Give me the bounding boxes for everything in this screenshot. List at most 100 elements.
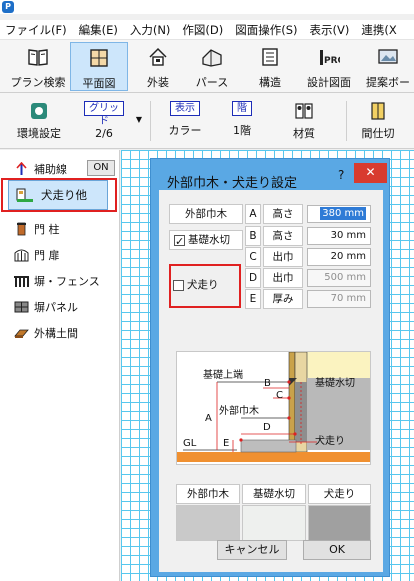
app-logo-icon: P xyxy=(2,1,14,13)
swatch-header-kiso: 基礎水切 xyxy=(242,484,306,504)
floor-box-label: 階 xyxy=(232,101,252,116)
kiso-mizukiri-checkbox[interactable] xyxy=(174,233,185,251)
width-c-input[interactable]: 20 mm xyxy=(307,248,371,266)
perspective-button[interactable]: パース xyxy=(188,42,236,91)
habaki-header: 外部巾木 xyxy=(169,204,243,224)
row-key-c: C xyxy=(245,247,261,267)
wall-panel-label: 塀パネル xyxy=(34,301,78,314)
menu-drawing-ops[interactable]: 図面操作(S) xyxy=(235,22,297,38)
row-key-e: E xyxy=(245,289,261,309)
floor-button[interactable]: 階 1階 xyxy=(224,97,260,145)
wall-panel-item[interactable]: 塀パネル xyxy=(14,298,78,316)
plan-search-label: プラン検索 xyxy=(10,76,66,89)
row-label-d: 出巾 xyxy=(263,268,303,288)
ok-button[interactable]: OK xyxy=(303,540,371,560)
menu-input[interactable]: 入力(N) xyxy=(130,22,171,38)
menu-bar: ファイル(F) 編集(E) 入力(N) 作図(D) 図面操作(S) 表示(V) … xyxy=(0,20,414,40)
design-drawing-label: 設計図面 xyxy=(307,76,351,89)
perspective-label: パース xyxy=(195,76,229,89)
inubashiri-color-swatch[interactable] xyxy=(308,505,371,541)
plan-search-button[interactable]: プラン検索 xyxy=(10,42,66,91)
thickness-e-input[interactable]: 70 mm xyxy=(307,290,371,308)
diagram-letter-c: C xyxy=(276,390,283,401)
help-button[interactable]: ? xyxy=(338,168,344,182)
partition-label: 間仕切 xyxy=(361,127,395,140)
display-mode-button[interactable]: 表示 カラー xyxy=(164,97,206,145)
structure-label: 構造 xyxy=(259,76,281,89)
highlight-frame xyxy=(169,264,241,308)
gate-post-item[interactable]: 門 柱 xyxy=(14,220,60,238)
close-button[interactable]: ✕ xyxy=(354,163,387,183)
dialog-body: 外部巾木 基礎水切 犬走り A 高さ 380 mm B 高さ 30 mm C 出… xyxy=(159,190,383,572)
dropdown-arrow-icon: ▼ xyxy=(135,115,143,124)
exterior-button[interactable]: 外装 xyxy=(134,42,182,91)
kiso-mizukiri-checkbox-row[interactable]: 基礎水切 xyxy=(169,230,243,251)
menu-draw[interactable]: 作図(D) xyxy=(182,22,223,38)
gate-post-label: 門 柱 xyxy=(34,223,60,236)
proposal-board-button[interactable]: 提案ボー xyxy=(362,42,414,91)
left-panel: 補助線 ON 犬走り他 門 柱 門 扉 塀・フェンス 塀パネル 外構土間 xyxy=(0,150,120,581)
structure-button[interactable]: 構造 xyxy=(248,42,292,91)
gate-door-item[interactable]: 門 扉 xyxy=(14,246,60,264)
diagram-inubashiri-label: 犬走り xyxy=(315,436,345,447)
diagram-letter-e: E xyxy=(223,438,230,449)
wall-panel-icon xyxy=(14,301,29,313)
exterior-floor-icon xyxy=(14,329,29,338)
row-key-b: B xyxy=(245,226,261,246)
exterior-floor-label: 外構土間 xyxy=(34,327,78,340)
menu-file[interactable]: ファイル(F) xyxy=(5,22,67,38)
diagram-habaki-label: 外部巾木 xyxy=(219,406,259,417)
menu-view[interactable]: 表示(V) xyxy=(310,22,350,38)
grid-box-label: グリッド xyxy=(84,101,124,127)
pro-drawing-icon: PRO xyxy=(320,50,346,66)
menu-link[interactable]: 連携(X xyxy=(361,22,396,38)
dialog-title: 外部巾木・犬走り設定 xyxy=(167,176,298,191)
display-mode-value: カラー xyxy=(168,124,202,137)
height-b-input[interactable]: 30 mm xyxy=(307,227,371,245)
kiso-color-swatch[interactable] xyxy=(242,505,306,541)
aux-line-toggle[interactable]: ON xyxy=(87,160,115,176)
perspective-house-icon xyxy=(202,49,222,67)
toolbar-divider xyxy=(346,101,347,141)
swatch-header-inubashiri: 犬走り xyxy=(308,484,371,504)
aux-line-item[interactable]: 補助線 xyxy=(14,160,67,178)
env-settings-button[interactable]: 環境設定 xyxy=(10,97,68,145)
fence-item[interactable]: 塀・フェンス xyxy=(14,272,100,290)
floorplan-label: 平面図 xyxy=(82,77,116,90)
height-a-input[interactable]: 380 mm xyxy=(307,205,371,223)
width-d-input[interactable]: 500 mm xyxy=(307,269,371,287)
fence-icon xyxy=(14,276,29,287)
diagram-kiso-top-label: 基礎上端 xyxy=(203,370,243,381)
diagram-letter-d: D xyxy=(263,422,271,433)
material-button[interactable]: 材質 xyxy=(286,97,322,145)
toolbar-divider xyxy=(150,101,151,141)
fence-label: 塀・フェンス xyxy=(34,275,100,288)
sub-toolbar: 環境設定 グリッド 2/6 ▼ 表示 カラー 階 1階 材質 間仕切 xyxy=(0,93,414,231)
env-settings-icon xyxy=(31,103,47,119)
floorplan-button[interactable]: 平面図 xyxy=(70,42,128,91)
diagram-kiso-mizukiri-label: 基礎水切 xyxy=(315,378,355,389)
title-bar: P xyxy=(0,0,414,14)
partition-button[interactable]: 間仕切 xyxy=(356,97,400,145)
partition-icon xyxy=(371,102,385,120)
grid-dropdown-button[interactable]: ▼ xyxy=(132,97,146,145)
row-label-e: 厚み xyxy=(263,289,303,309)
row-key-a: A xyxy=(245,204,261,224)
proposal-board-label: 提案ボー xyxy=(366,76,410,89)
row-label-c: 出巾 xyxy=(263,247,303,267)
aux-line-icon xyxy=(16,162,27,175)
habaki-color-swatch[interactable] xyxy=(176,505,240,541)
menu-edit[interactable]: 編集(E) xyxy=(79,22,118,38)
exterior-floor-item[interactable]: 外構土間 xyxy=(14,324,78,342)
cancel-button[interactable]: キャンセル xyxy=(217,540,287,560)
main-toolbar: プラン検索 平面図 外装 パース 構造 PR 設計図面 提案ボー xyxy=(0,40,414,93)
display-box-label: 表示 xyxy=(170,101,200,116)
gate-door-icon xyxy=(14,249,29,262)
diagram-gl-label: GL xyxy=(183,438,197,449)
design-drawing-button[interactable]: PRO 設計図面 xyxy=(300,42,358,91)
grid-button[interactable]: グリッド 2/6 xyxy=(84,97,124,145)
proposal-board-icon xyxy=(378,49,398,64)
material-icon xyxy=(295,103,313,119)
row-label-b: 高さ xyxy=(263,226,303,246)
house-exterior-icon xyxy=(149,47,167,66)
